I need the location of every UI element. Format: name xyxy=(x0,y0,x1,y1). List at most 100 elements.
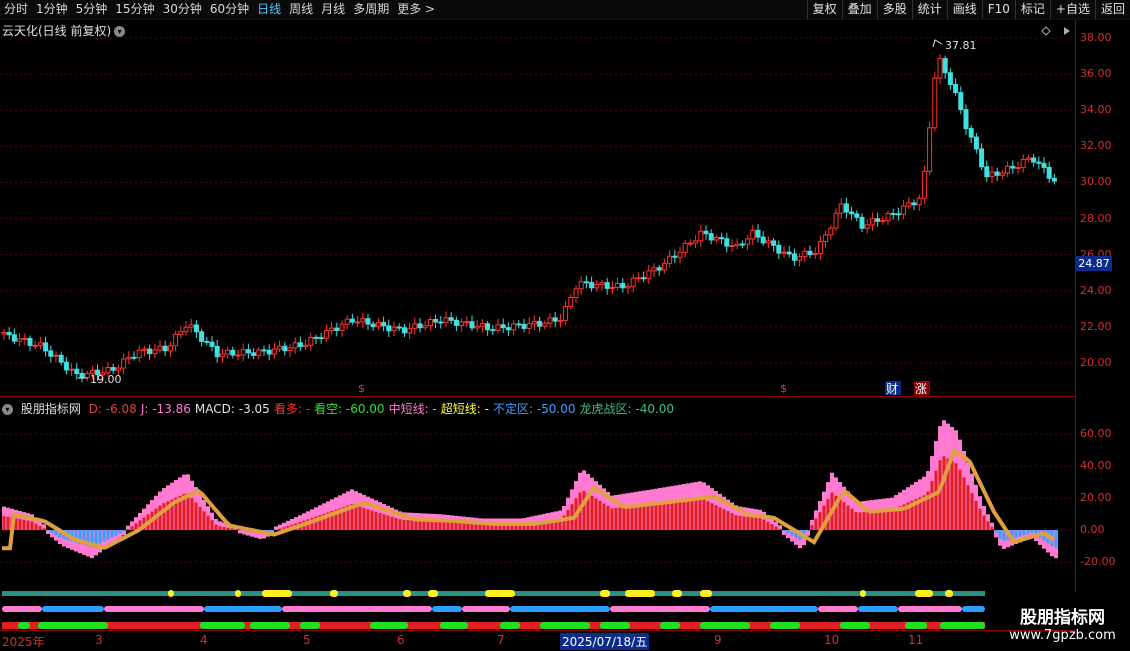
candle-body xyxy=(444,318,448,323)
candle-body xyxy=(7,332,11,334)
candle-body xyxy=(1037,162,1041,163)
candle-body xyxy=(787,252,791,254)
candle-body xyxy=(548,318,552,323)
candle-body xyxy=(512,324,516,330)
candle-body xyxy=(725,239,729,246)
candle-body xyxy=(761,237,765,243)
candle-body xyxy=(907,203,911,206)
candle-body xyxy=(605,283,609,289)
candle-body xyxy=(740,244,744,245)
candle-body xyxy=(896,214,900,215)
candle-body xyxy=(189,325,193,327)
candle-body xyxy=(44,343,48,351)
high-label: 37.81 xyxy=(945,39,977,52)
candle-body xyxy=(252,353,256,356)
candle-body xyxy=(168,346,172,351)
date-label: 2025年 xyxy=(2,633,45,650)
candle-body xyxy=(657,268,661,270)
signal-green xyxy=(600,622,630,629)
candle-body xyxy=(532,321,536,323)
marker-dollar: $ xyxy=(358,382,365,395)
indicator-tick: 40.00 xyxy=(1080,459,1112,472)
candle-body xyxy=(855,214,859,217)
scroll-right-icon xyxy=(1064,27,1070,35)
signal-band-2 xyxy=(42,606,104,612)
chevron-down-icon[interactable]: ▾ xyxy=(2,404,13,415)
candle-body xyxy=(933,78,937,128)
signal-green xyxy=(18,622,30,629)
date-label: 6 xyxy=(397,633,405,647)
candle-body xyxy=(995,172,999,175)
candle-body xyxy=(33,345,37,346)
date-label: 3 xyxy=(95,633,103,647)
signal-green xyxy=(840,622,870,629)
watermark-title: 股朋指标网 xyxy=(1000,603,1125,628)
candle-body xyxy=(298,343,302,347)
signal-green xyxy=(540,622,590,629)
indicator-panel[interactable] xyxy=(0,397,1076,592)
price-tick: 22.00 xyxy=(1080,320,1112,333)
date-label: 5 xyxy=(303,633,311,647)
candle-body xyxy=(735,244,739,246)
date-label: 7 xyxy=(497,633,505,647)
candle-body xyxy=(434,320,438,322)
candle-body xyxy=(174,334,178,345)
indicator-legend: ▾ 股朋指标网 D: -6.08J: -13.86MACD: -3.05看多: … xyxy=(2,400,678,417)
candle-body xyxy=(200,332,204,342)
signal-band-2 xyxy=(818,606,858,612)
candle-body xyxy=(595,285,599,288)
candle-body xyxy=(122,359,126,368)
signal-band-2 xyxy=(462,606,510,612)
candle-body xyxy=(834,213,838,228)
candle-body xyxy=(746,239,750,244)
candle-body xyxy=(522,324,526,328)
candle-body xyxy=(553,318,557,321)
candle-body xyxy=(194,325,198,332)
candle-body xyxy=(408,328,412,333)
legend-item: 看多: - xyxy=(274,402,310,416)
marker-finance: 财 xyxy=(886,382,898,396)
candle-body xyxy=(376,322,380,326)
price-axis: 38.0036.0034.0032.0030.0028.0026.0024.00… xyxy=(1076,0,1130,396)
candle-body xyxy=(980,149,984,167)
date-label: 11 xyxy=(908,633,923,647)
candle-body xyxy=(798,257,802,261)
candle-body xyxy=(38,343,42,346)
candle-body xyxy=(938,59,942,78)
candle-body xyxy=(964,110,968,129)
candle-body xyxy=(361,319,365,322)
candle-body xyxy=(803,251,807,256)
candle-body xyxy=(132,357,136,358)
candle-body xyxy=(153,350,157,354)
candle-body xyxy=(475,326,479,328)
indicator-name: 股朋指标网 xyxy=(21,402,81,416)
candle-body xyxy=(449,318,453,321)
low-label: 19.00 xyxy=(90,373,122,386)
candle-body xyxy=(402,328,406,333)
candle-body xyxy=(392,327,396,331)
candle-body xyxy=(616,283,620,287)
watermark: 股朋指标网 www.7gpzb.com xyxy=(1000,603,1125,643)
candle-body xyxy=(272,349,276,354)
candle-body xyxy=(756,230,760,237)
date-highlight: 2025/07/18/五 xyxy=(560,633,649,650)
candle-body xyxy=(751,230,755,239)
signal-green xyxy=(940,622,985,629)
legend-item: J: -13.86 xyxy=(141,402,191,416)
candle-body xyxy=(730,246,734,247)
candle-body xyxy=(824,235,828,242)
candle-body xyxy=(366,319,370,324)
candle-body xyxy=(876,219,880,222)
signal-green xyxy=(500,622,520,629)
candle-body xyxy=(480,324,484,327)
candle-body xyxy=(990,172,994,177)
candle-body xyxy=(324,331,328,339)
candle-body xyxy=(288,348,292,351)
candle-body xyxy=(465,322,469,323)
signal-band-2 xyxy=(610,606,710,612)
signal-band-2 xyxy=(282,606,432,612)
price-tick: 20.00 xyxy=(1080,356,1112,369)
candle-body xyxy=(704,231,708,233)
candle-body xyxy=(720,238,724,239)
candle-body xyxy=(792,254,796,260)
